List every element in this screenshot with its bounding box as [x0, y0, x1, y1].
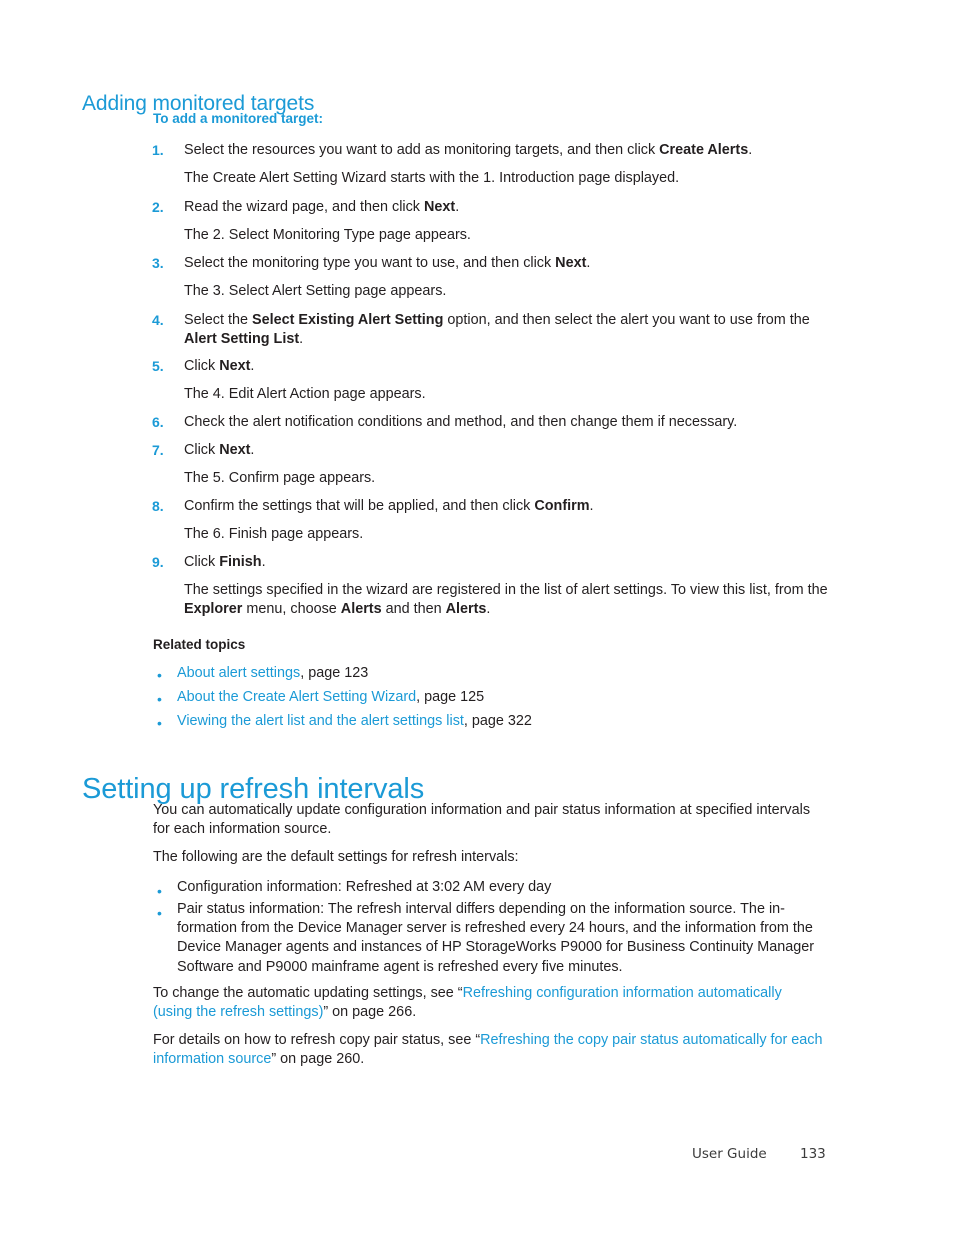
step-result-2: The 2. Select Monitoring Type page appea…: [184, 227, 471, 243]
step-1-pre: Select the resources you want to add as …: [184, 142, 660, 158]
related-topic-link-3[interactable]: Viewing the alert list and the alert set…: [177, 713, 464, 729]
related-topics-heading: Related topics: [153, 637, 246, 652]
step-number-8: 8.: [152, 498, 164, 514]
step-result-9: The settings specified in the wizard are…: [184, 581, 832, 619]
step-text-3: Select the monitoring type you want to u…: [184, 254, 824, 273]
step-9-result-post: .: [486, 601, 491, 618]
step-5-post: .: [250, 358, 255, 374]
bullet-icon: •: [157, 905, 162, 921]
bullet-icon: •: [157, 883, 162, 899]
xref-1-pre: To change the automatic updating setting…: [153, 985, 463, 1001]
step-8-pre: Confirm the settings that will be applie…: [184, 498, 535, 514]
step-number-2: 2.: [152, 199, 164, 215]
step-9-result-pre: The settings specified in the wizard are…: [184, 582, 828, 598]
step-4-bold: Select Existing Alert Setting: [252, 312, 444, 328]
refresh-defaults-lead-paragraph: The following are the default settings f…: [153, 849, 519, 865]
related-topic-link-2[interactable]: About the Create Alert Setting Wizard: [177, 689, 416, 705]
bullet-icon: •: [157, 715, 162, 731]
step-number-3: 3.: [152, 255, 164, 271]
step-2-pre: Read the wizard page, and then click: [184, 199, 424, 215]
step-9-result-bold-alerts-2: Alerts: [445, 601, 487, 618]
step-8-bold: Confirm: [534, 498, 590, 514]
step-text-9: Click Finish.: [184, 553, 824, 572]
step-2-bold: Next: [424, 199, 456, 215]
step-3-post: .: [586, 255, 591, 271]
step-7-post: .: [250, 442, 255, 458]
xref-paragraph-2: For details on how to refresh copy pair …: [153, 1031, 825, 1069]
xref-2-pre: For details on how to refresh copy pair …: [153, 1032, 481, 1048]
step-number-6: 6.: [152, 414, 164, 430]
step-text-4: Select the Select Existing Alert Setting…: [184, 311, 826, 349]
related-topic-page-1: , page 123: [300, 665, 369, 681]
related-topic-item-3: Viewing the alert list and the alert set…: [177, 712, 827, 731]
step-9-result-mid-1: menu, choose: [242, 601, 341, 618]
step-result-5: The 4. Edit Alert Action page appears.: [184, 386, 426, 402]
refresh-default-item-2: Pair status information: The refresh int…: [177, 901, 815, 975]
related-topic-link-1[interactable]: About alert settings: [177, 665, 300, 681]
step-9-result-mid-2: and then: [381, 601, 446, 618]
step-9-result-bold-alerts-1: Alerts: [340, 601, 382, 618]
xref-1-post: ” on page 266.: [323, 1004, 417, 1021]
step-1-post: .: [748, 142, 753, 158]
step-8-post: .: [589, 498, 594, 514]
refresh-intervals-intro-paragraph: You can automatically update configurati…: [153, 802, 811, 838]
step-number-1: 1.: [152, 142, 164, 158]
step-number-5: 5.: [152, 358, 164, 374]
xref-2-post: ” on page 260.: [271, 1051, 365, 1068]
step-number-9: 9.: [152, 554, 164, 570]
step-1-bold: Create Alerts: [659, 142, 749, 158]
step-9-result-bold-explorer: Explorer: [184, 601, 243, 618]
step-text-2: Read the wizard page, and then click Nex…: [184, 198, 824, 217]
related-topic-item-2: About the Create Alert Setting Wizard, p…: [177, 688, 827, 707]
step-result-7: The 5. Confirm page appears.: [184, 470, 376, 486]
step-text-5: Click Next.: [184, 357, 824, 376]
step-4-post: .: [299, 331, 304, 348]
step-result-8: The 6. Finish page appears.: [184, 526, 364, 542]
footer-guide-label: User Guide: [692, 1146, 767, 1162]
step-3-pre: Select the monitoring type you want to u…: [184, 255, 556, 271]
subheading-to-add-a-monitored-target: To add a monitored target:: [153, 111, 324, 126]
step-text-7: Click Next.: [184, 441, 824, 460]
step-7-bold: Next: [219, 442, 251, 458]
step-3-bold: Next: [555, 255, 587, 271]
step-5-bold: Next: [219, 358, 251, 374]
step-text-1: Select the resources you want to add as …: [184, 141, 824, 160]
bullet-icon: •: [157, 667, 162, 683]
step-result-1: The Create Alert Setting Wizard starts w…: [184, 170, 680, 186]
step-7-pre: Click: [184, 442, 220, 458]
step-2-post: .: [455, 199, 460, 215]
step-6-pre: Check the alert notification conditions …: [184, 414, 738, 430]
step-result-3: The 3. Select Alert Setting page appears…: [184, 283, 447, 299]
step-4-pre: Select the: [184, 312, 252, 328]
related-topic-page-2: , page 125: [416, 689, 485, 705]
refresh-default-item-1: Configuration information: Refreshed at …: [177, 879, 552, 895]
xref-paragraph-1: To change the automatic updating setting…: [153, 984, 821, 1022]
footer-page-number: 133: [800, 1146, 826, 1162]
step-number-4: 4.: [152, 312, 164, 328]
related-topic-page-3: , page 322: [463, 713, 532, 729]
page-footer: User Guide 133: [0, 1146, 954, 1168]
step-text-6: Check the alert notification conditions …: [184, 413, 824, 432]
step-number-7: 7.: [152, 442, 164, 458]
bullet-icon: •: [157, 691, 162, 707]
step-9-post: .: [261, 554, 266, 570]
step-4-mid: option, and then select the alert you wa…: [443, 312, 810, 328]
related-topic-item-1: About alert settings, page 123: [177, 664, 827, 683]
step-5-pre: Click: [184, 358, 220, 374]
step-9-pre: Click: [184, 554, 220, 570]
step-text-8: Confirm the settings that will be applie…: [184, 497, 824, 516]
step-4-bold-2: Alert Setting List: [184, 331, 300, 348]
step-9-bold: Finish: [219, 554, 262, 570]
document-page: Adding monitored targets To add a monito…: [0, 0, 954, 1235]
